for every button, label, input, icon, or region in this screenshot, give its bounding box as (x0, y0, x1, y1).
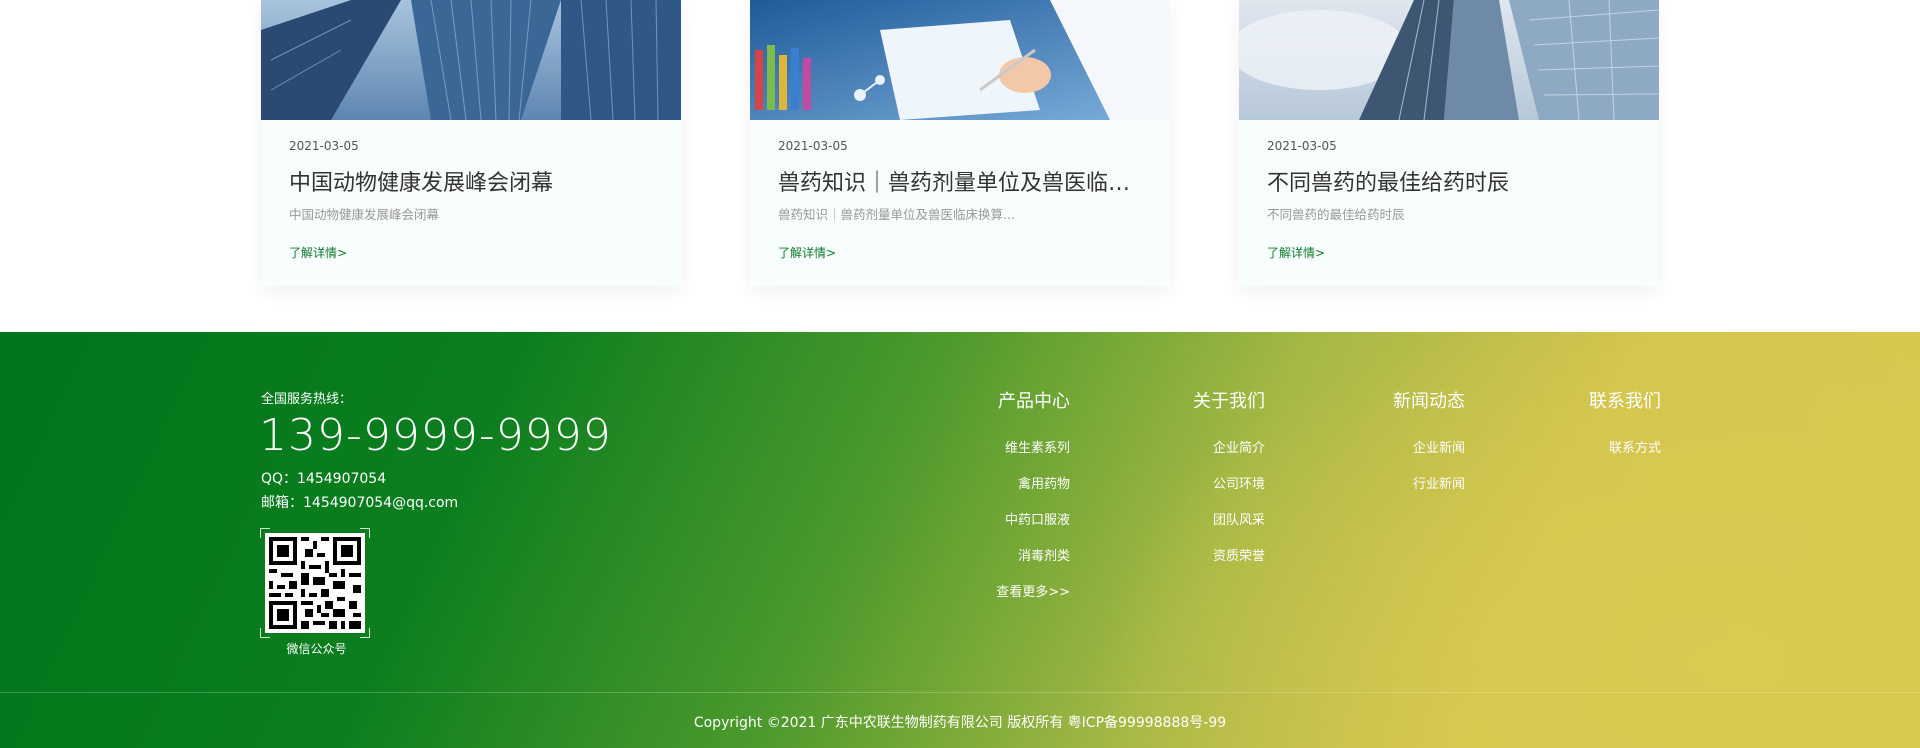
footer-column-contact: 联系我们 联系方式 (1579, 387, 1661, 456)
news-date: 2021-03-05 (1267, 139, 1337, 153)
footer-link[interactable]: 中药口服液 (1005, 509, 1070, 528)
footer-link[interactable]: 企业简介 (1213, 437, 1265, 456)
hotline-number[interactable]: 139-9999-9999 (259, 410, 612, 461)
footer-link[interactable]: 禽用药物 (1018, 473, 1070, 492)
footer-column-products: 产品中心 维生素系列 禽用药物 中药口服液 消毒剂类 查看更多>> (988, 387, 1070, 600)
footer-link[interactable]: 联系方式 (1609, 437, 1661, 456)
qq-contact: QQ：1454907054 (261, 471, 387, 487)
wechat-qr-code (260, 528, 370, 638)
footer-column-title[interactable]: 产品中心 (988, 387, 1070, 413)
footer-divider (0, 692, 1920, 693)
news-title[interactable]: 不同兽药的最佳给药时辰 (1267, 165, 1637, 197)
news-summary: 兽药知识｜兽药剂量单位及兽医临床换算... (778, 207, 1015, 222)
news-image-lab[interactable] (750, 0, 1170, 120)
news-date: 2021-03-05 (289, 139, 359, 153)
read-more-link[interactable]: 了解详情> (1267, 244, 1325, 261)
site-footer: 全国服务热线： 139-9999-9999 QQ：1454907054 邮箱：1… (0, 332, 1920, 748)
footer-link[interactable]: 公司环境 (1213, 473, 1265, 492)
qr-caption: 微信公众号 (286, 642, 347, 656)
news-title[interactable]: 兽药知识｜兽药剂量单位及兽医临床... (778, 165, 1148, 197)
news-card[interactable]: 2021-03-05 兽药知识｜兽药剂量单位及兽医临床... 兽药知识｜兽药剂量… (750, 0, 1170, 286)
news-image-glass-tower[interactable] (1239, 0, 1659, 120)
footer-link[interactable]: 企业新闻 (1413, 437, 1465, 456)
news-summary: 不同兽药的最佳给药时辰 (1267, 207, 1405, 222)
email-contact[interactable]: 邮箱：1454907054@qq.com (261, 492, 458, 512)
copyright-text: Copyright ©2021 广东中农联生物制药有限公司 版权所有 粤ICP备… (693, 715, 1227, 731)
hotline-label: 全国服务热线： (261, 392, 353, 407)
footer-column-about: 关于我们 企业简介 公司环境 团队风采 资质荣誉 (1183, 387, 1265, 564)
read-more-link[interactable]: 了解详情> (289, 244, 347, 261)
footer-link[interactable]: 行业新闻 (1413, 473, 1465, 492)
news-title[interactable]: 中国动物健康发展峰会闭幕 (289, 165, 659, 197)
news-card[interactable]: 2021-03-05 中国动物健康发展峰会闭幕 中国动物健康发展峰会闭幕 了解详… (261, 0, 681, 286)
qr-image (265, 533, 365, 633)
news-summary: 中国动物健康发展峰会闭幕 (289, 207, 440, 222)
footer-link[interactable]: 维生素系列 (1005, 437, 1070, 456)
footer-column-title[interactable]: 关于我们 (1183, 387, 1265, 413)
footer-column-news: 新闻动态 企业新闻 行业新闻 (1383, 387, 1465, 492)
footer-column-title[interactable]: 新闻动态 (1383, 387, 1465, 413)
footer-link[interactable]: 消毒剂类 (1018, 545, 1070, 564)
read-more-link[interactable]: 了解详情> (778, 244, 836, 261)
footer-link[interactable]: 资质荣誉 (1213, 545, 1265, 564)
view-more-link[interactable]: 查看更多>> (996, 581, 1070, 600)
footer-link[interactable]: 团队风采 (1213, 509, 1265, 528)
news-image-skyscraper[interactable] (261, 0, 681, 120)
news-date: 2021-03-05 (778, 139, 848, 153)
news-card[interactable]: 2021-03-05 不同兽药的最佳给药时辰 不同兽药的最佳给药时辰 了解详情> (1239, 0, 1659, 286)
news-section: 2021-03-05 中国动物健康发展峰会闭幕 中国动物健康发展峰会闭幕 了解详… (0, 0, 1920, 332)
footer-column-title[interactable]: 联系我们 (1579, 387, 1661, 413)
